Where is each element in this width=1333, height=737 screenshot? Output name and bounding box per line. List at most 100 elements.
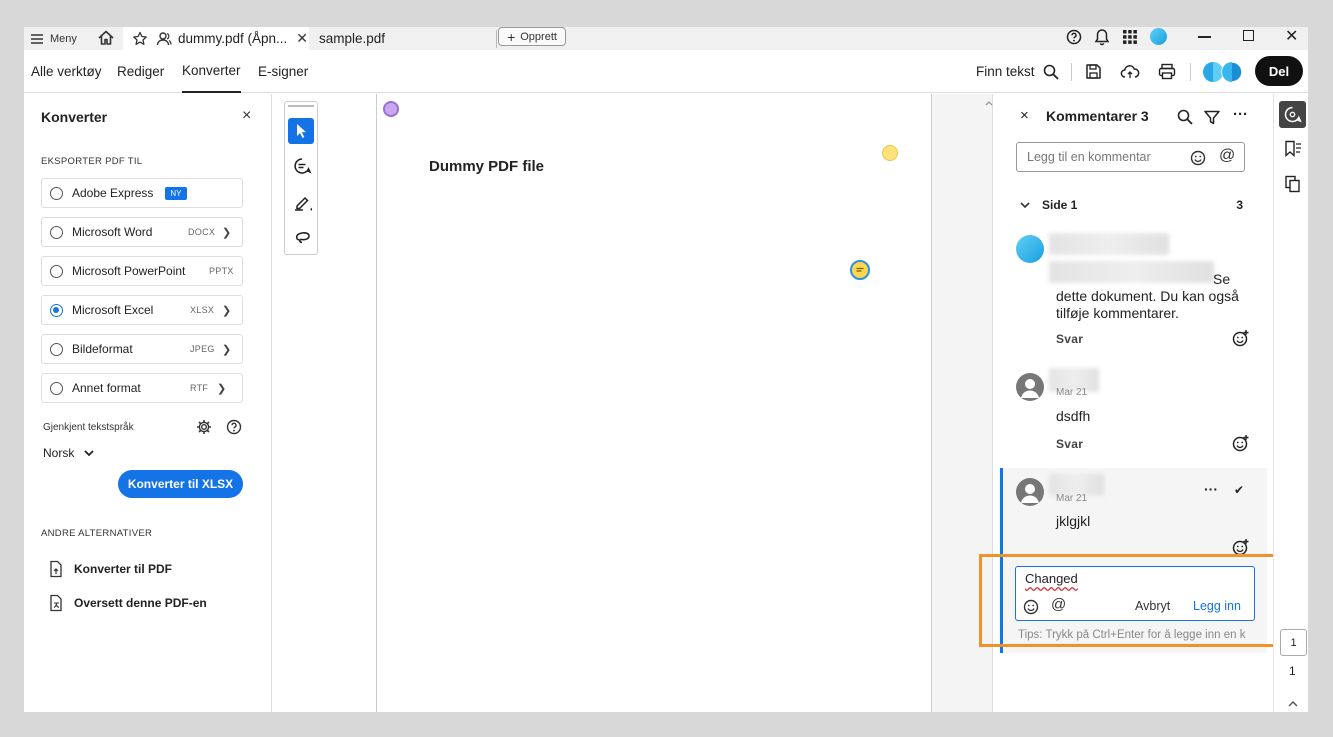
convert-to-pdf-link[interactable]: Konverter til PDF [48, 559, 172, 579]
format-label: RTF [190, 383, 209, 393]
close-window-icon[interactable]: ✕ [1285, 27, 1298, 46]
more-options-icon[interactable]: ··· [1233, 106, 1248, 123]
option-adobe-express[interactable]: Adobe Express NY [41, 178, 243, 208]
cursor-arrow-icon [297, 124, 306, 138]
comment-date: Mar 21 [1056, 387, 1088, 398]
maximize-icon[interactable] [1243, 30, 1254, 41]
settings-gear-icon[interactable] [196, 419, 212, 435]
tab-convert[interactable]: Konverter [182, 50, 241, 93]
option-microsoft-word[interactable]: Microsoft Word DOCX ❯ [41, 217, 243, 247]
total-pages: 1 [1289, 664, 1296, 678]
search-icon [1043, 64, 1059, 80]
format-label: JPEG [190, 344, 215, 354]
option-other-format[interactable]: Annet format RTF ❯ [41, 373, 243, 403]
comment-text: dette dokument. Du kan også [1056, 288, 1239, 304]
radio-button-selected[interactable] [50, 303, 63, 317]
tab-edit[interactable]: Rediger [117, 50, 164, 93]
option-image-format[interactable]: Bildeformat JPEG ❯ [41, 334, 243, 364]
bell-icon[interactable] [1094, 28, 1110, 46]
more-options-icon[interactable]: ··· [1204, 481, 1218, 497]
comment-marker-icon[interactable] [882, 145, 898, 161]
tab-esign[interactable]: E-signer [258, 50, 308, 93]
page-number-input[interactable]: 1 [1280, 629, 1307, 656]
create-button[interactable]: + Opprett [498, 27, 566, 46]
menu-button[interactable]: Meny [30, 30, 77, 48]
bookmarks-icon[interactable] [1284, 140, 1302, 158]
comment-text: jklgjkl [1056, 513, 1091, 529]
close-comments-icon[interactable]: × [1020, 107, 1029, 124]
apps-grid-icon[interactable] [1123, 30, 1137, 44]
page-group-header[interactable]: Side 1 3 [1020, 198, 1250, 212]
close-panel-icon[interactable]: × [242, 107, 251, 125]
language-dropdown[interactable]: Norsk [43, 446, 94, 460]
resolve-check-icon[interactable]: ✔ [1234, 483, 1244, 497]
translate-pdf-link[interactable]: Oversett denne PDF-en [48, 593, 207, 613]
share-button[interactable]: Del [1255, 56, 1303, 86]
radio-button[interactable] [50, 264, 63, 278]
option-microsoft-powerpoint[interactable]: Microsoft PowerPoint PPTX [41, 256, 243, 286]
comment-date: Mar 21 [1056, 493, 1088, 504]
add-reaction-icon[interactable] [1232, 434, 1250, 452]
minimize-icon[interactable] [1198, 36, 1211, 38]
reply-button[interactable]: Svar [1056, 332, 1083, 346]
option-label: Adobe Express [72, 186, 154, 200]
mention-icon[interactable]: @ [1219, 147, 1235, 165]
filter-icon[interactable] [1204, 110, 1220, 125]
radio-button[interactable] [50, 381, 63, 395]
avatar [1016, 373, 1044, 401]
shared-users-icon [156, 31, 172, 45]
option-label: Annet format [72, 381, 141, 395]
save-icon[interactable] [1085, 63, 1102, 80]
print-icon[interactable] [1158, 63, 1176, 80]
chevron-down-icon[interactable]: ❯ [222, 343, 231, 356]
cloud-sync-icon[interactable] [1120, 63, 1140, 80]
search-icon[interactable] [1177, 109, 1193, 125]
quick-tools [284, 101, 318, 255]
close-tab-icon[interactable]: ✕ [296, 30, 308, 47]
star-icon[interactable] [132, 31, 148, 47]
tab-all-tools[interactable]: Alle verktøy [31, 50, 102, 93]
tab-sample-pdf[interactable]: sample.pdf [309, 27, 496, 50]
emoji-icon[interactable] [1190, 150, 1206, 166]
comment-marker-selected-icon[interactable] [850, 260, 870, 280]
radio-button[interactable] [50, 342, 63, 356]
chevron-down-icon[interactable]: ❯ [222, 226, 231, 239]
add-reaction-icon[interactable] [1232, 329, 1250, 347]
drag-handle[interactable] [288, 105, 314, 107]
collaborators-avatars[interactable] [1202, 61, 1244, 83]
add-comment-input[interactable]: Legg til en kommentar @ [1016, 142, 1245, 172]
format-label: DOCX [188, 227, 216, 237]
chevron-down-icon[interactable]: ❯ [217, 382, 226, 395]
comment-marker-icon[interactable] [383, 101, 399, 117]
pages-icon[interactable] [1284, 175, 1302, 193]
option-label: Konverter til PDF [74, 562, 173, 576]
option-microsoft-excel[interactable]: Microsoft Excel XLSX ❯ [41, 295, 243, 325]
user-avatar[interactable] [1150, 28, 1167, 45]
reply-button[interactable]: Svar [1056, 437, 1083, 451]
draw-pen-icon[interactable] [293, 192, 313, 212]
radio-button[interactable] [50, 186, 63, 200]
scroll-up-icon[interactable] [985, 100, 993, 106]
right-rail [1273, 94, 1308, 712]
chevron-down-icon[interactable]: ❯ [222, 304, 231, 317]
find-text-button[interactable]: Finn tekst [976, 50, 1059, 93]
page-comment-count: 3 [1236, 198, 1243, 212]
convert-to-xlsx-button[interactable]: Konverter til XLSX [118, 470, 243, 498]
comments-rail-button[interactable] [1279, 101, 1306, 128]
scroll-up-icon[interactable] [1288, 700, 1298, 707]
add-comment-icon[interactable] [293, 157, 313, 177]
tab-dummy-pdf[interactable]: dummy.pdf (Åpn... ✕ [123, 27, 309, 50]
select-tool[interactable] [288, 118, 314, 144]
format-label: XLSX [190, 305, 215, 315]
help-icon[interactable] [226, 419, 242, 435]
hamburger-icon [31, 34, 43, 44]
home-icon[interactable] [96, 28, 116, 48]
help-icon[interactable] [1066, 29, 1082, 45]
radio-button[interactable] [50, 225, 63, 239]
comments-title: Kommentarer 3 [1046, 108, 1149, 124]
comment-text: tilføje kommentarer. [1056, 305, 1179, 321]
tab-label: dummy.pdf (Åpn... [178, 31, 288, 46]
option-label: Bildeformat [72, 342, 133, 356]
lasso-icon[interactable] [293, 227, 313, 247]
pdf-page[interactable]: Dummy PDF file [376, 94, 932, 712]
